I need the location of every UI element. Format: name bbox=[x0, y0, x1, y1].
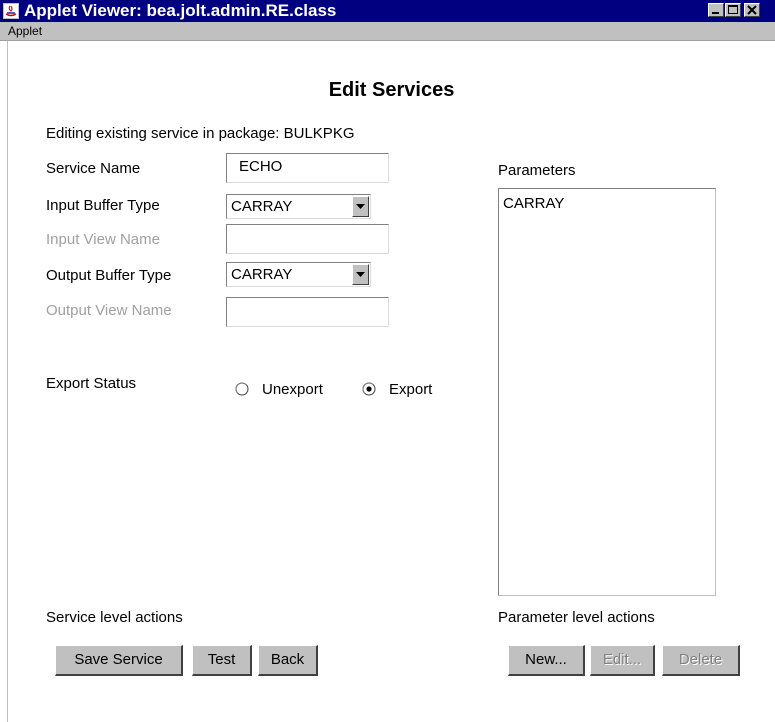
service-actions-label: Service level actions bbox=[46, 609, 183, 626]
radio-checked-icon bbox=[362, 382, 376, 396]
minimize-button[interactable] bbox=[708, 3, 724, 17]
input-buffer-type-label: Input Buffer Type bbox=[46, 197, 160, 214]
close-button[interactable] bbox=[744, 3, 760, 17]
window-title: Applet Viewer: bea.jolt.admin.RE.class bbox=[24, 1, 337, 20]
back-button[interactable]: Back bbox=[258, 645, 318, 676]
input-view-name-label: Input View Name bbox=[46, 231, 160, 248]
output-view-name-label: Output View Name bbox=[46, 302, 172, 319]
menu-bar: Applet bbox=[0, 22, 775, 41]
input-view-name-field[interactable] bbox=[226, 224, 389, 254]
radio-unexport-label: Unexport bbox=[262, 381, 323, 398]
java-applet-icon bbox=[3, 3, 19, 19]
new-parameter-button[interactable]: New... bbox=[508, 645, 585, 676]
chevron-down-icon bbox=[356, 204, 365, 209]
radio-export-label: Export bbox=[389, 381, 433, 398]
service-name-label: Service Name bbox=[46, 160, 141, 177]
radio-export[interactable]: Export bbox=[362, 381, 452, 399]
parameters-label: Parameters bbox=[498, 162, 576, 179]
list-item[interactable]: CARRAY bbox=[503, 195, 564, 212]
input-buffer-type-dropdown-button[interactable] bbox=[352, 196, 369, 217]
output-buffer-type-value: CARRAY bbox=[231, 266, 293, 283]
save-service-button[interactable]: Save Service bbox=[55, 645, 183, 676]
output-buffer-type-select[interactable]: CARRAY bbox=[226, 262, 371, 287]
service-name-field[interactable]: ECHO bbox=[226, 153, 389, 183]
parameter-actions-label: Parameter level actions bbox=[498, 609, 655, 626]
maximize-button[interactable] bbox=[725, 3, 741, 17]
input-buffer-type-value: CARRAY bbox=[231, 198, 293, 215]
radio-unchecked-icon bbox=[235, 382, 249, 396]
page-title: Edit Services bbox=[328, 79, 455, 101]
edit-parameter-button[interactable]: Edit... bbox=[590, 645, 655, 676]
export-status-label: Export Status bbox=[46, 375, 137, 392]
output-view-name-field[interactable] bbox=[226, 297, 389, 327]
input-buffer-type-select[interactable]: CARRAY bbox=[226, 194, 371, 219]
context-text: Editing existing service in package: BUL… bbox=[46, 125, 355, 142]
output-buffer-type-label: Output Buffer Type bbox=[46, 267, 172, 284]
applet-viewer-window: Applet Viewer: bea.jolt.admin.RE.class A… bbox=[0, 0, 775, 722]
radio-unexport[interactable]: Unexport bbox=[235, 381, 345, 399]
maximize-icon bbox=[728, 5, 738, 14]
window-left-border bbox=[0, 41, 8, 722]
minimize-icon bbox=[712, 12, 719, 14]
title-bar[interactable]: Applet Viewer: bea.jolt.admin.RE.class bbox=[0, 0, 775, 22]
parameters-list[interactable]: CARRAY bbox=[498, 188, 716, 596]
menu-applet[interactable]: Applet bbox=[8, 24, 42, 38]
output-buffer-type-dropdown-button[interactable] bbox=[352, 264, 369, 285]
delete-parameter-button[interactable]: Delete bbox=[662, 645, 740, 676]
test-button[interactable]: Test bbox=[192, 645, 252, 676]
close-icon bbox=[747, 5, 757, 15]
chevron-down-icon bbox=[356, 272, 365, 277]
